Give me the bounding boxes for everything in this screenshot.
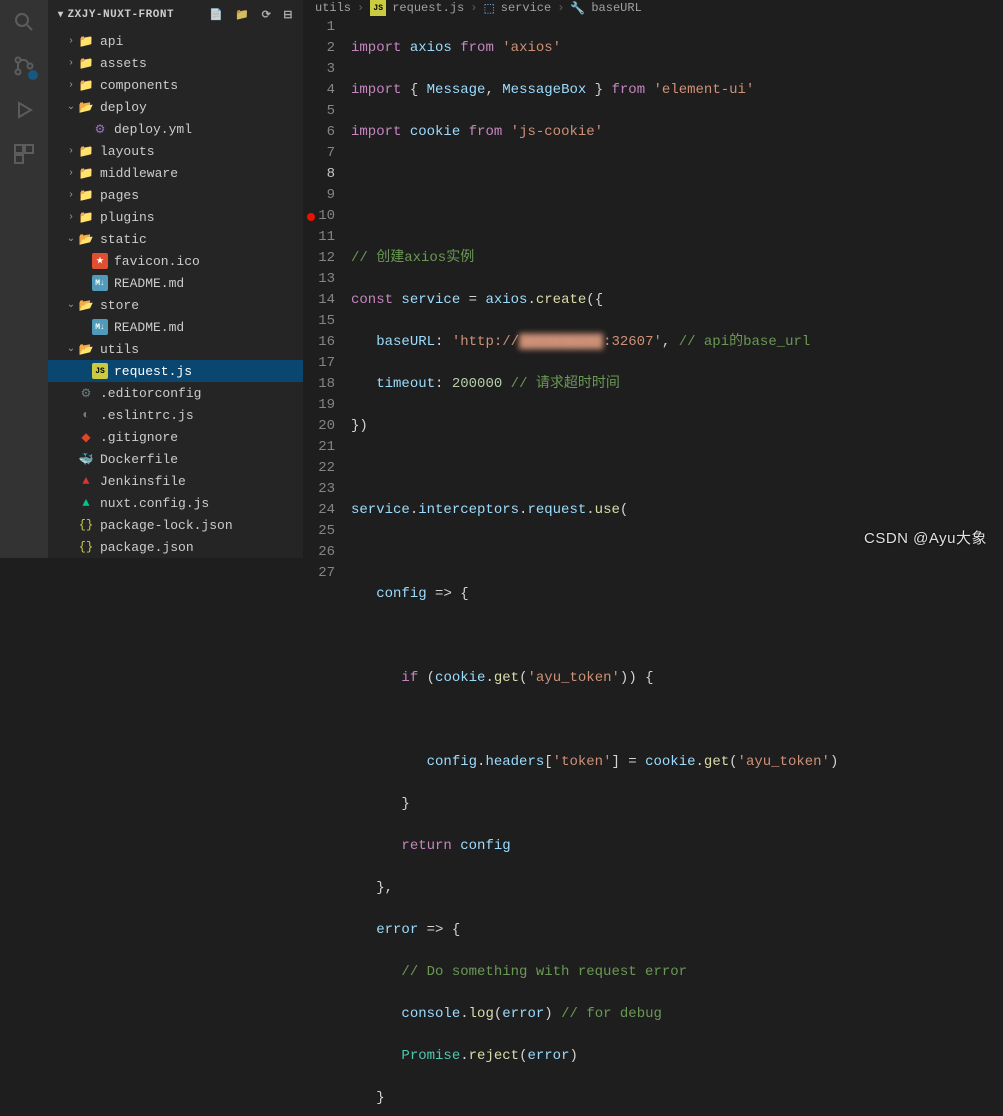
tree-file-jenkinsfile[interactable]: ▲Jenkinsfile [48,470,303,492]
tree-file-editorconfig[interactable]: ⚙.editorconfig [48,382,303,404]
code-content[interactable]: import axios from 'axios' import { Messa… [351,17,1003,1116]
tree-folder-components[interactable]: ›📁components [48,74,303,96]
tree-folder-plugins[interactable]: ›📁plugins [48,206,303,228]
search-icon[interactable] [12,10,36,34]
breadcrumb[interactable]: utils › JS request.js › ⬚ service › 🔧 ba… [303,0,1003,17]
new-file-icon[interactable]: 📄 [209,8,223,22]
property-icon: 🔧 [570,1,585,16]
code-editor[interactable]: 1234567891011121314151617181920212223242… [303,17,1003,1116]
watermark: CSDN @Ayu大象 [864,527,987,548]
tree-file-request-js[interactable]: JSrequest.js [48,360,303,382]
file-tree: ›📁api ›📁assets ›📁components ⌄📂deploy ⚙de… [48,30,303,558]
breakpoint-icon[interactable] [307,213,315,221]
tree-folder-store[interactable]: ⌄📂store [48,294,303,316]
js-file-icon: JS [370,0,386,16]
breadcrumb-symbol[interactable]: service [501,1,551,15]
redacted-host: ██████████ [519,334,603,350]
activity-bar [0,0,48,558]
tree-file-favicon[interactable]: ★favicon.ico [48,250,303,272]
tree-folder-assets[interactable]: ›📁assets [48,52,303,74]
collapse-icon[interactable]: ⊟ [283,8,293,22]
tree-folder-deploy[interactable]: ⌄📂deploy [48,96,303,118]
tree-folder-utils[interactable]: ⌄📂utils [48,338,303,360]
chevron-right-icon: › [357,1,364,15]
chevron-down-icon: ▾ [58,9,64,21]
project-name: ZXJY-NUXT-FRONT [68,9,175,21]
tree-file-readme2[interactable]: M↓README.md [48,316,303,338]
breadcrumb-prop[interactable]: baseURL [591,1,641,15]
project-header[interactable]: ▾ ZXJY-NUXT-FRONT 📄 📁 ⟳ ⊟ [48,0,303,30]
tree-folder-api[interactable]: ›📁api [48,30,303,52]
run-debug-icon[interactable] [12,98,36,122]
breadcrumb-folder[interactable]: utils [315,1,351,15]
tree-folder-pages[interactable]: ›📁pages [48,184,303,206]
tree-folder-layouts[interactable]: ›📁layouts [48,140,303,162]
tree-file-nuxtconfig[interactable]: ▲nuxt.config.js [48,492,303,514]
tree-folder-middleware[interactable]: ›📁middleware [48,162,303,184]
chevron-right-icon: › [470,1,477,15]
tree-file-pkg[interactable]: {}package.json [48,536,303,558]
refresh-icon[interactable]: ⟳ [262,8,272,22]
tree-folder-static[interactable]: ⌄📂static [48,228,303,250]
tree-file-eslintrc[interactable]: ◐.eslintrc.js [48,404,303,426]
editor-pane: utils › JS request.js › ⬚ service › 🔧 ba… [303,0,1003,558]
line-gutter: 1234567891011121314151617181920212223242… [303,17,351,1116]
tree-file-dockerfile[interactable]: 🐳Dockerfile [48,448,303,470]
new-folder-icon[interactable]: 📁 [235,8,249,22]
var-icon: ⬚ [483,1,494,16]
tree-file-pkglock[interactable]: {}package-lock.json [48,514,303,536]
source-control-icon[interactable] [12,54,36,78]
tree-file-gitignore[interactable]: ◆.gitignore [48,426,303,448]
tree-file-deploy-yml[interactable]: ⚙deploy.yml [48,118,303,140]
extensions-icon[interactable] [12,142,36,166]
explorer-sidebar: ▾ ZXJY-NUXT-FRONT 📄 📁 ⟳ ⊟ ›📁api ›📁assets … [48,0,303,558]
chevron-right-icon: › [557,1,564,15]
breadcrumb-file[interactable]: request.js [392,1,464,15]
tree-file-readme1[interactable]: M↓README.md [48,272,303,294]
